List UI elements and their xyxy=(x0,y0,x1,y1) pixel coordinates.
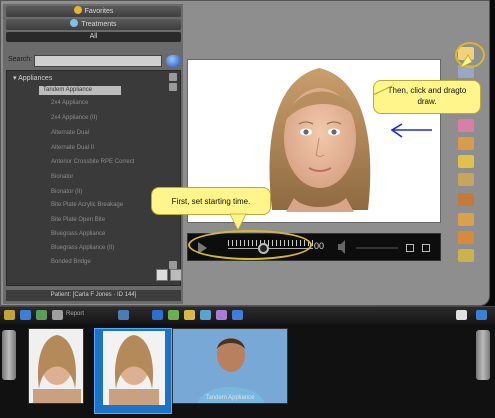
app-window: Favorites Treatments All Search: ▾ Appli… xyxy=(0,0,495,418)
timeline-highlight xyxy=(188,230,312,260)
tutorial-callout-time: First, set starting time. xyxy=(151,187,271,215)
pencil-highlight xyxy=(455,42,485,68)
tutorial-callout-draw: Then, click and dragto draw. xyxy=(373,80,481,114)
